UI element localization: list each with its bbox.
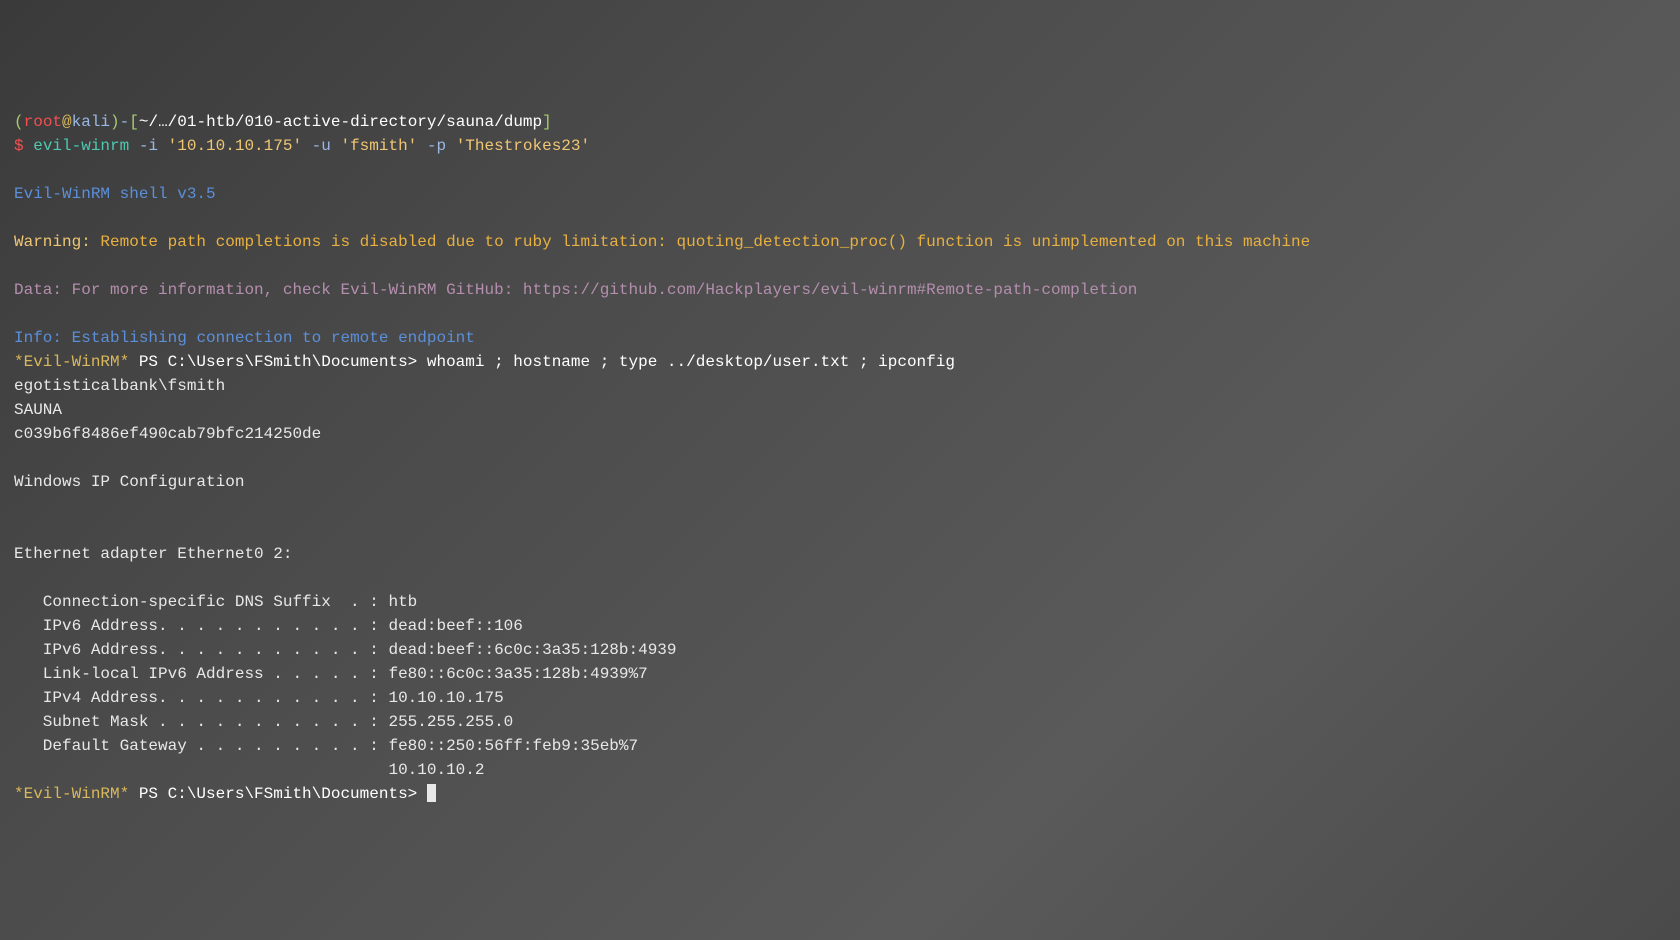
at-icon: @ (62, 113, 72, 131)
info-label: Info: (14, 329, 62, 347)
arg-pass: 'Thestrokes23' (456, 137, 590, 155)
ps-label: PS (129, 353, 167, 371)
info-line: Info: Establishing connection to remote … (14, 326, 1666, 350)
shell-host: kali (72, 113, 110, 131)
cursor-icon (427, 784, 436, 802)
data-label: Data: (14, 281, 62, 299)
warning-text: Remote path completions is disabled due … (91, 233, 1310, 251)
paren-open: ( (14, 113, 24, 131)
banner-text: Evil-WinRM shell v3.5 (14, 182, 1666, 206)
ps-path: C:\Users\FSmith\Documents> (168, 353, 427, 371)
ipconfig-row: Connection-specific DNS Suffix . : htb (14, 590, 1666, 614)
terminal-output[interactable]: (root@kali)-[~/…/01-htb/010-active-direc… (14, 110, 1666, 806)
output-user: egotisticalbank\fsmith (14, 374, 1666, 398)
warning-line: Warning: Remote path completions is disa… (14, 230, 1666, 254)
ipconfig-title: Windows IP Configuration (14, 470, 1666, 494)
ipconfig-row: Link-local IPv6 Address . . . . . : fe80… (14, 662, 1666, 686)
shell-user: root (24, 113, 62, 131)
ps-label: PS (129, 785, 167, 803)
ipconfig-row: IPv4 Address. . . . . . . . . . . : 10.1… (14, 686, 1666, 710)
ps-command-line: *Evil-WinRM* PS C:\Users\FSmith\Document… (14, 350, 1666, 374)
evil-winrm-star: *Evil-WinRM* (14, 353, 129, 371)
ipconfig-row: IPv6 Address. . . . . . . . . . . : dead… (14, 638, 1666, 662)
warning-label: Warning: (14, 233, 91, 251)
flag-i: -i (139, 137, 168, 155)
bracket-open: [ (129, 113, 139, 131)
output-flag: c039b6f8486ef490cab79bfc214250de (14, 422, 1666, 446)
adapter-name: Ethernet adapter Ethernet0 2: (14, 542, 1666, 566)
data-line: Data: For more information, check Evil-W… (14, 278, 1666, 302)
ps-prompt-final[interactable]: *Evil-WinRM* PS C:\Users\FSmith\Document… (14, 782, 1666, 806)
ipconfig-row: Subnet Mask . . . . . . . . . . . : 255.… (14, 710, 1666, 734)
ipconfig-row: IPv6 Address. . . . . . . . . . . : dead… (14, 614, 1666, 638)
evil-winrm-star: *Evil-WinRM* (14, 785, 129, 803)
bracket-close: ] (542, 113, 552, 131)
command-name: evil-winrm (24, 137, 139, 155)
flag-p: -p (417, 137, 455, 155)
dash-sep: - (120, 113, 130, 131)
info-text: Establishing connection to remote endpoi… (62, 329, 475, 347)
shell-prompt-line: (root@kali)-[~/…/01-htb/010-active-direc… (14, 110, 1666, 134)
ipconfig-row: Default Gateway . . . . . . . . . : fe80… (14, 734, 1666, 758)
arg-user: 'fsmith' (340, 137, 417, 155)
output-hostname: SAUNA (14, 398, 1666, 422)
dollar-icon: $ (14, 137, 24, 155)
arg-ip: '10.10.10.175' (168, 137, 302, 155)
command-line: $ evil-winrm -i '10.10.10.175' -u 'fsmit… (14, 134, 1666, 158)
ipconfig-row: 10.10.10.2 (14, 758, 1666, 782)
data-text: For more information, check Evil-WinRM G… (62, 281, 1137, 299)
ps-path: C:\Users\FSmith\Documents> (168, 785, 427, 803)
flag-u: -u (302, 137, 340, 155)
ps-command: whoami ; hostname ; type ../desktop/user… (427, 353, 955, 371)
shell-path: ~/…/01-htb/010-active-directory/sauna/du… (139, 113, 542, 131)
paren-close: ) (110, 113, 120, 131)
